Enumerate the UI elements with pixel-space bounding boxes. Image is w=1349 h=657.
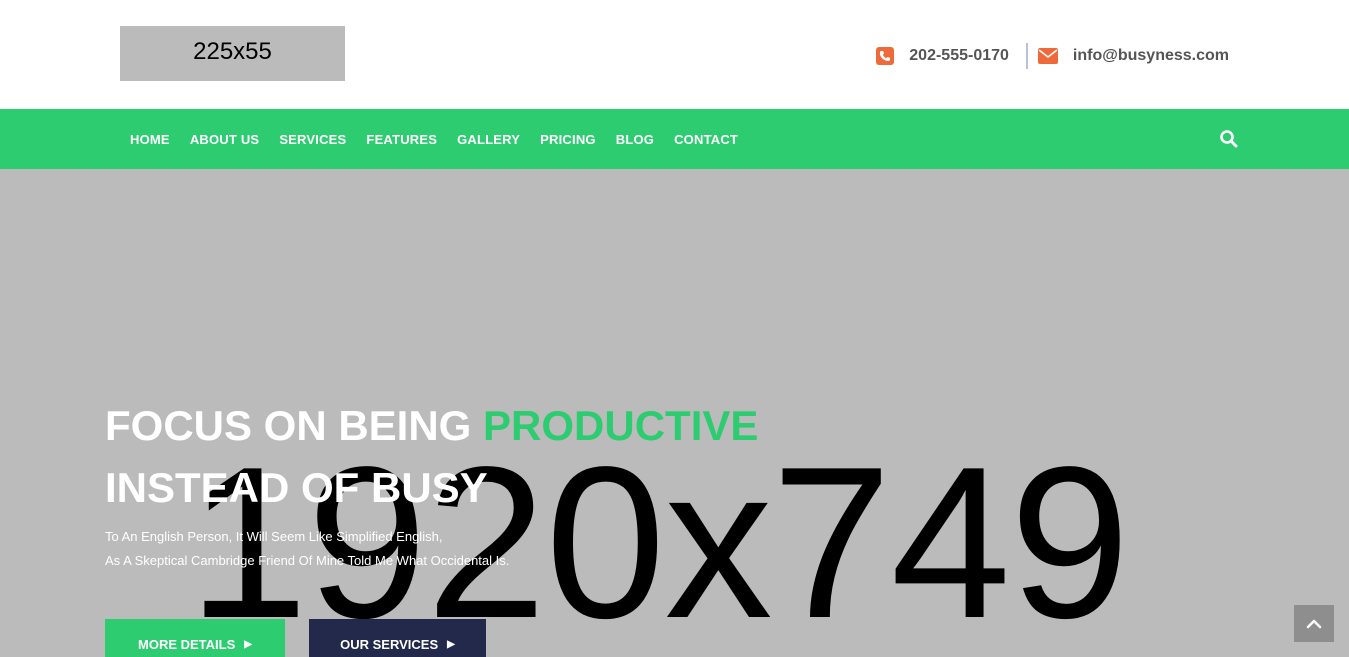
nav-item-about-us[interactable]: ABOUT US xyxy=(180,132,270,147)
headline-line-1: FOCUS ON BEING PRODUCTIVE xyxy=(105,395,758,457)
more-details-button[interactable]: MORE DETAILS ▶ xyxy=(105,619,285,657)
search-icon[interactable] xyxy=(1219,129,1239,149)
email-contact[interactable]: info@busyness.com xyxy=(1037,47,1229,65)
nav-item-blog[interactable]: BLOG xyxy=(606,132,664,147)
main-navigation: HOME ABOUT US SERVICES FEATURES GALLERY … xyxy=(0,109,1349,169)
scroll-to-top-button[interactable] xyxy=(1294,605,1334,642)
headline-accent: PRODUCTIVE xyxy=(483,402,759,449)
contact-info: 202-555-0170 info@busyness.com xyxy=(876,42,1229,70)
hero-banner: 1920x749 FOCUS ON BEING PRODUCTIVE INSTE… xyxy=(0,169,1349,657)
nav-item-gallery[interactable]: GALLERY xyxy=(447,132,530,147)
envelope-icon xyxy=(1037,48,1058,64)
nav-menu: HOME ABOUT US SERVICES FEATURES GALLERY … xyxy=(120,109,748,169)
nav-item-contact[interactable]: CONTACT xyxy=(664,132,748,147)
chevron-up-icon xyxy=(1306,619,1322,628)
headline-part-1: FOCUS ON BEING xyxy=(105,402,484,449)
nav-item-services[interactable]: SERVICES xyxy=(269,132,356,147)
hero-subtitle: To An English Person, It Will Seem Like … xyxy=(105,525,509,573)
caret-right-icon: ▶ xyxy=(244,639,252,650)
phone-icon xyxy=(876,47,895,65)
caret-right-icon: ▶ xyxy=(447,639,455,650)
contact-divider xyxy=(1025,43,1028,69)
site-header: 225x55 202-555-0170 info@busyness.com xyxy=(0,0,1349,109)
headline-line-2: INSTEAD OF BUSY xyxy=(105,464,488,511)
phone-number: 202-555-0170 xyxy=(909,47,1009,64)
nav-item-home[interactable]: HOME xyxy=(120,132,180,147)
phone-contact[interactable]: 202-555-0170 xyxy=(876,47,1009,65)
our-services-button[interactable]: OUR SERVICES ▶ xyxy=(309,619,486,657)
hero-headline: FOCUS ON BEING PRODUCTIVE INSTEAD OF BUS… xyxy=(105,395,758,519)
subtitle-line-1: To An English Person, It Will Seem Like … xyxy=(105,529,443,544)
nav-item-features[interactable]: FEATURES xyxy=(356,132,447,147)
our-services-label: OUR SERVICES xyxy=(340,637,439,652)
subtitle-line-2: As A Skeptical Cambridge Friend Of Mine … xyxy=(105,553,510,568)
logo-text: 225x55 xyxy=(193,37,272,65)
more-details-label: MORE DETAILS xyxy=(138,637,236,652)
logo[interactable]: 225x55 xyxy=(120,26,345,81)
email-address: info@busyness.com xyxy=(1072,47,1229,64)
nav-item-pricing[interactable]: PRICING xyxy=(530,132,606,147)
